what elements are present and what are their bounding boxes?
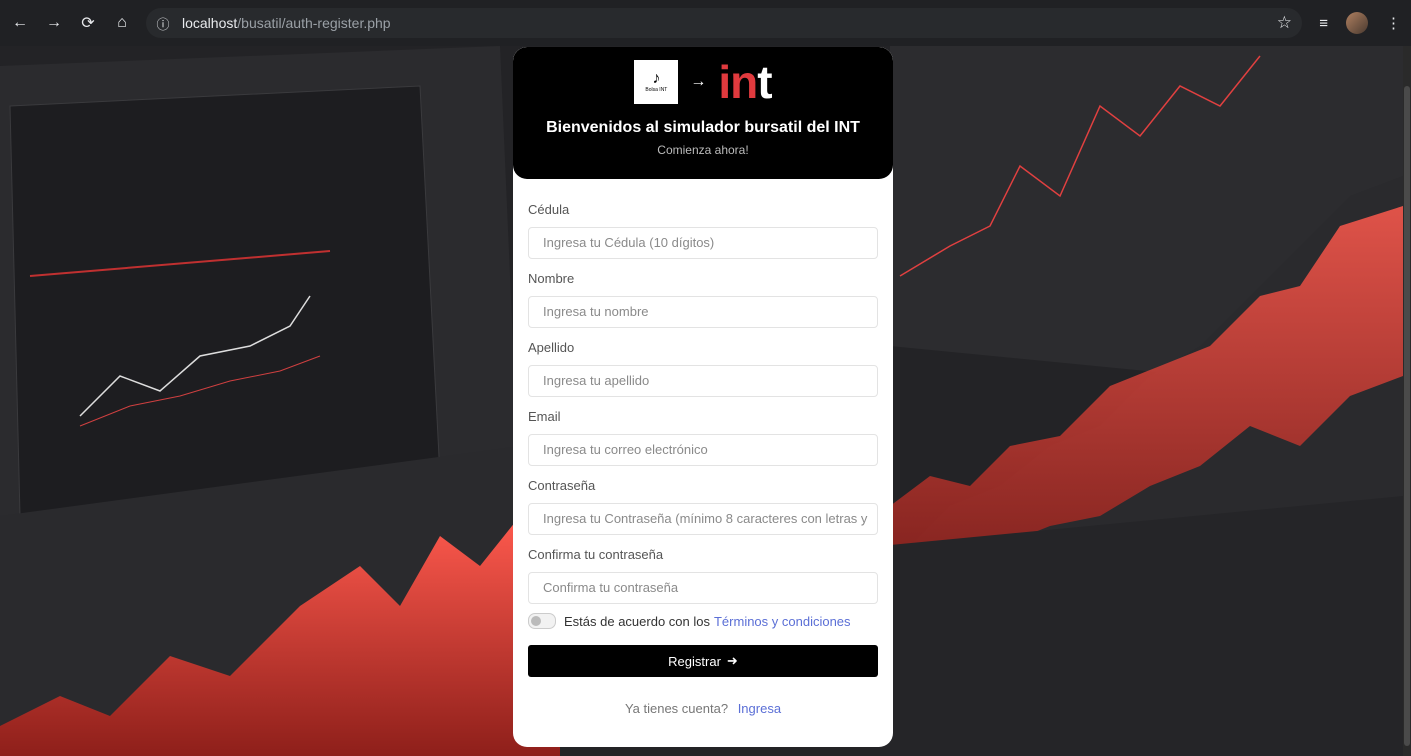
forward-icon[interactable]: → <box>40 9 68 37</box>
logos-row: ♪ Bolsa INT → int <box>513 47 893 105</box>
login-prompt: Ya tienes cuenta? Ingresa <box>528 701 878 716</box>
browser-menu-icon[interactable]: ⋮ <box>1386 14 1401 32</box>
url-text: localhost/busatil/auth-register.php <box>182 15 391 31</box>
back-icon[interactable]: ← <box>6 9 34 37</box>
reload-icon[interactable]: ⟳ <box>74 9 102 37</box>
card-header: ♪ Bolsa INT → int Bienvenidos al simulad… <box>513 47 893 179</box>
terms-row: Estás de acuerdo con los Términos y cond… <box>528 613 878 629</box>
browser-toolbar: ← → ⟳ ⌂ ⓘ localhost/busatil/auth-registe… <box>0 0 1411 46</box>
scrollbar-thumb[interactable] <box>1404 86 1410 746</box>
apellido-label: Apellido <box>528 340 575 355</box>
register-button[interactable]: Registrar ➜ <box>528 645 878 677</box>
int-logo: int <box>718 56 772 108</box>
cedula-label: Cédula <box>528 202 570 217</box>
apellido-input[interactable]: Ingresa tu apellido <box>528 365 878 397</box>
register-form: Cédula Ingresa tu Cédula (10 dígitos) No… <box>513 179 893 716</box>
terms-link[interactable]: Términos y condiciones <box>714 614 851 629</box>
page-scrollbar[interactable] <box>1403 46 1411 756</box>
home-icon[interactable]: ⌂ <box>108 9 136 37</box>
terms-text: Estás de acuerdo con los <box>564 613 710 629</box>
register-card: ♪ Bolsa INT → int Bienvenidos al simulad… <box>513 47 893 747</box>
have-account-text: Ya tienes cuenta? <box>624 701 729 716</box>
url-path: /busatil/auth-register.php <box>237 15 391 31</box>
address-bar[interactable]: ⓘ localhost/busatil/auth-register.php ☆ <box>146 8 1302 38</box>
password-label: Contraseña <box>528 478 596 493</box>
profile-avatar[interactable] <box>1346 12 1368 34</box>
email-label: Email <box>528 409 561 424</box>
email-input[interactable]: Ingresa tu correo electrónico <box>528 434 878 466</box>
nombre-label: Nombre <box>528 271 575 286</box>
nombre-input[interactable]: Ingresa tu nombre <box>528 296 878 328</box>
page-subtitle: Comienza ahora! <box>657 143 749 157</box>
url-host: localhost <box>182 15 238 31</box>
register-button-label: Registrar <box>668 653 721 669</box>
bolsa-logo-text: Bolsa INT <box>645 87 668 93</box>
confirm-password-input[interactable]: Confirma tu contraseña <box>528 572 878 604</box>
terms-toggle[interactable] <box>528 613 556 629</box>
sign-in-icon: ➜ <box>726 653 738 668</box>
bolsa-logo-mark-icon: ♪ <box>652 70 661 87</box>
login-link[interactable]: Ingresa <box>738 701 781 716</box>
cedula-input[interactable]: Ingresa tu Cédula (10 dígitos) <box>528 227 878 259</box>
arrow-right-icon: → <box>690 73 707 90</box>
bolsa-int-logo: ♪ Bolsa INT <box>634 60 679 104</box>
confirm-password-label: Confirma tu contraseña <box>528 547 664 562</box>
site-info-icon[interactable]: ⓘ <box>152 12 174 34</box>
page-title: Bienvenidos al simulador bursatil del IN… <box>546 119 860 136</box>
bookmark-star-icon[interactable]: ☆ <box>1277 13 1292 33</box>
media-control-icon[interactable]: ≡ <box>1319 15 1328 32</box>
password-input[interactable]: Ingresa tu Contraseña (mínimo 8 caracter… <box>528 503 878 535</box>
